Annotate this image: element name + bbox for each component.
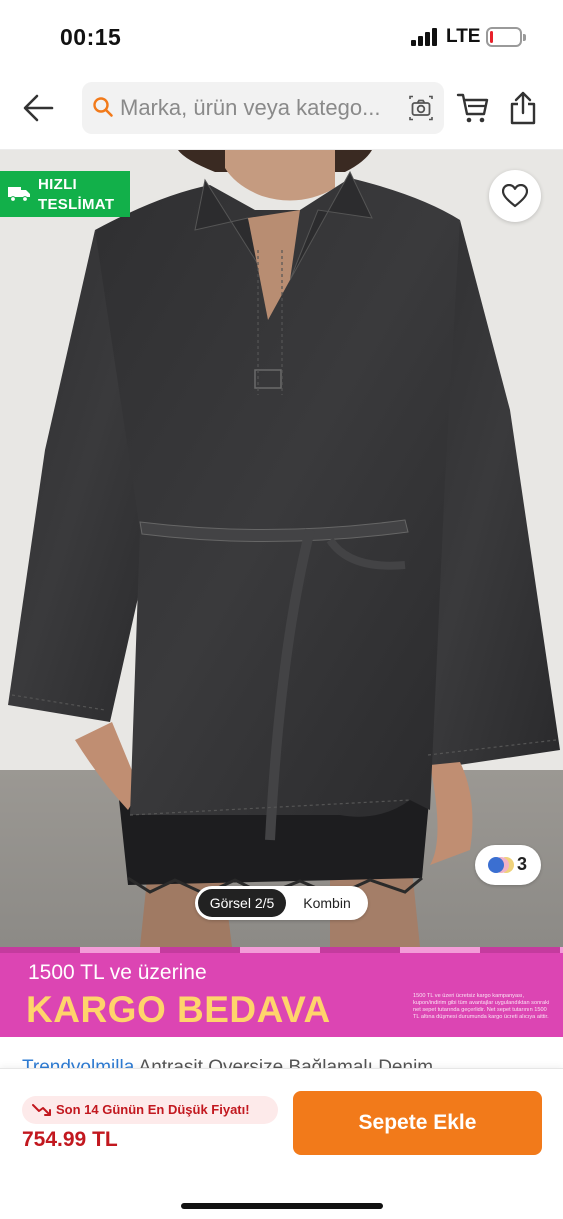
battery-level: [490, 31, 493, 43]
banner-headline: KARGO BEDAVA: [26, 989, 331, 1030]
lowest-price-badge: Son 14 Günün En Düşük Fiyatı!: [22, 1096, 278, 1124]
heart-icon: [502, 184, 528, 208]
network-type: LTE: [446, 26, 481, 47]
home-indicator[interactable]: [181, 1203, 383, 1209]
color-count: 3: [517, 854, 528, 874]
battery-icon: [486, 27, 526, 47]
product-brand[interactable]: Trendyolmilla: [22, 1057, 134, 1068]
fast-delivery-line1: HIZLI: [38, 176, 77, 193]
search-icon: [93, 97, 113, 117]
cart-icon: [456, 93, 489, 123]
status-bar: 00:15 LTE: [0, 0, 563, 70]
product-photo: [0, 150, 563, 947]
fast-delivery-badge: HIZLI TESLİMAT: [0, 171, 130, 217]
banner-stripe: [0, 947, 563, 953]
camera-icon[interactable]: [408, 95, 434, 121]
banner-fine-print: 1500 TL ve üzeri ücretsiz kargo kampanya…: [413, 993, 550, 1020]
banner-subtitle: 1500 TL ve üzerine: [28, 961, 207, 984]
gallery-toggle: Görsel 2/5 Kombin: [195, 886, 368, 920]
trend-down-icon: [32, 1104, 51, 1116]
free-shipping-banner[interactable]: 1500 TL ve üzerine KARGO BEDAVA 1500 TL …: [0, 947, 563, 1037]
status-time: 00:15: [60, 24, 122, 50]
color-swatch-icon: [488, 857, 514, 873]
color-options-button[interactable]: 3: [475, 845, 541, 885]
product-image-gallery[interactable]: HIZLI TESLİMAT 3 Görsel 2/5 Kombin: [0, 150, 563, 947]
back-arrow-icon: [23, 94, 54, 122]
search-input[interactable]: [120, 82, 400, 134]
add-to-cart-button[interactable]: Sepete Ekle: [293, 1091, 542, 1155]
share-icon: [510, 91, 536, 125]
combine-tab[interactable]: Kombin: [291, 889, 363, 917]
back-button[interactable]: [18, 88, 62, 128]
product-name: Antrasit Oversize Bağlamalı Denim: [138, 1057, 434, 1068]
product-title: Trendyolmilla Antrasit Oversize Bağlamal…: [22, 1054, 542, 1068]
cart-button[interactable]: [456, 92, 490, 124]
share-button[interactable]: [508, 90, 538, 126]
lowest-price-text: Son 14 Günün En Düşük Fiyatı!: [56, 1102, 250, 1117]
search-bar[interactable]: [82, 82, 444, 134]
header: [0, 70, 563, 150]
cellular-signal-icon: [411, 28, 441, 46]
fast-delivery-line2: TESLİMAT: [38, 196, 115, 213]
image-counter-tab[interactable]: Görsel 2/5: [198, 889, 286, 917]
bottom-purchase-bar: Son 14 Günün En Düşük Fiyatı! 754.99 TL …: [0, 1068, 563, 1219]
product-price: 754.99 TL: [22, 1128, 118, 1151]
truck-icon: [8, 187, 30, 202]
favorite-button[interactable]: [489, 170, 541, 222]
